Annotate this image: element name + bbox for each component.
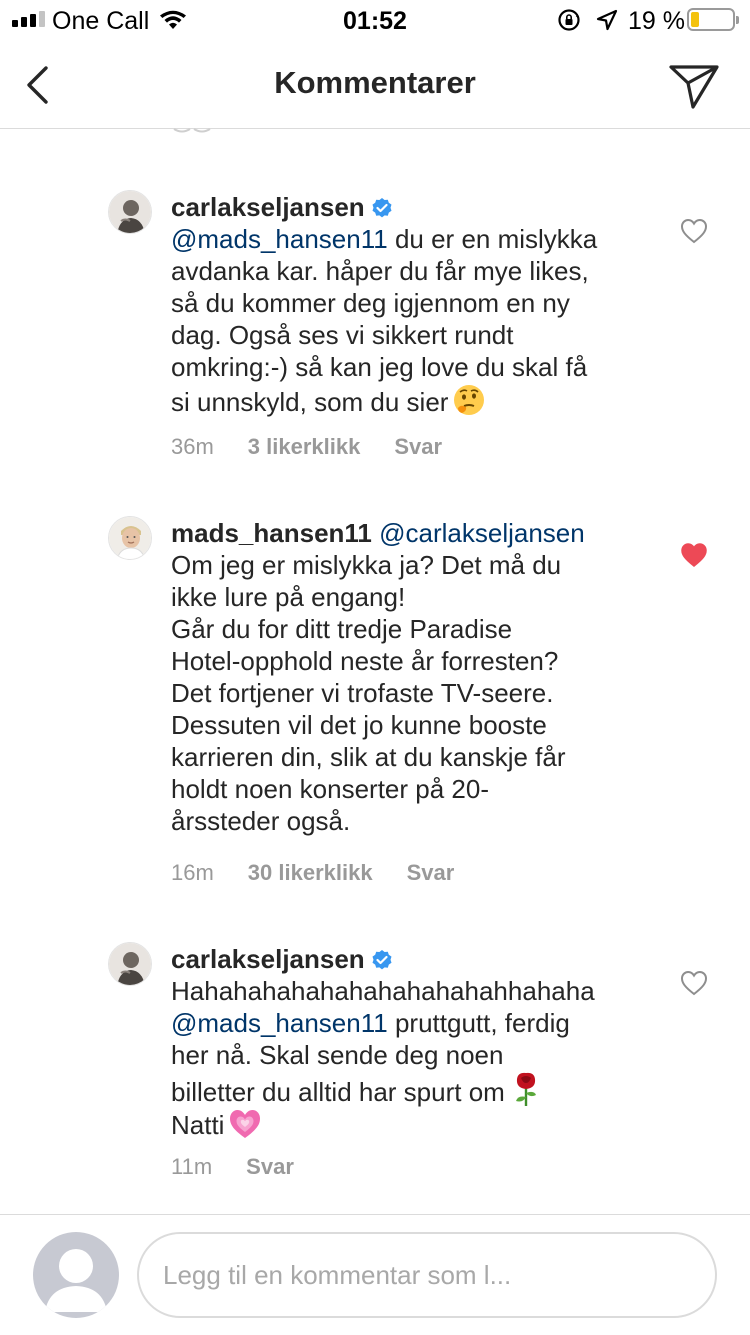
comment-text: Dessuten vil det jo kunne booste bbox=[171, 710, 547, 740]
mention-link[interactable]: @carlakseljansen bbox=[379, 518, 585, 548]
rose-emoji-icon bbox=[515, 1072, 536, 1106]
comment-text: her nå. Skal sende deg noen bbox=[171, 1040, 504, 1070]
comment-text: årssteder også. bbox=[171, 806, 351, 836]
comment-text: Natti bbox=[171, 1110, 225, 1140]
comment-username[interactable]: mads_hansen11 bbox=[171, 518, 372, 548]
avatar[interactable] bbox=[108, 516, 152, 560]
avatar[interactable] bbox=[108, 942, 152, 986]
comment-username[interactable]: carlakseljansen bbox=[171, 944, 365, 974]
reply-button[interactable]: Svar bbox=[246, 1154, 294, 1180]
navigation-bar: Kommentarer bbox=[0, 40, 750, 129]
avatar[interactable] bbox=[108, 190, 152, 234]
comment-time: 16m bbox=[171, 860, 214, 885]
reply-button[interactable]: Svar bbox=[394, 434, 442, 460]
comment-text: pruttgutt, ferdig bbox=[387, 1008, 570, 1038]
like-heart-icon[interactable] bbox=[680, 970, 708, 996]
comment-meta: 36m 3 likerklikk Svar bbox=[171, 434, 442, 460]
status-bar: One Call 01:52 19 % bbox=[0, 0, 750, 40]
comment-text: du er en mislykka bbox=[387, 224, 598, 254]
comment-text: holdt noen konserter på 20- bbox=[171, 774, 489, 804]
comment-text: så du kommer deg igjennom en ny bbox=[171, 288, 570, 318]
comment-text: billetter du alltid har spurt om bbox=[171, 1077, 505, 1107]
comment-input[interactable] bbox=[137, 1232, 717, 1318]
battery-level-fill bbox=[691, 12, 699, 27]
comment-text: dag. Også ses vi sikkert rundt bbox=[171, 320, 514, 350]
comment-time: 36m bbox=[171, 434, 214, 459]
comment-text: Om jeg er mislykka ja? Det må du bbox=[171, 550, 562, 580]
comment-time: 11m bbox=[171, 1154, 213, 1179]
thinking-face-emoji-icon bbox=[454, 385, 485, 415]
comment-composer bbox=[0, 1214, 750, 1335]
likes-count-link[interactable]: 30 likerklikk bbox=[248, 860, 373, 886]
verified-badge-icon bbox=[372, 198, 392, 218]
likes-count-link[interactable]: 3 likerklikk bbox=[248, 434, 361, 460]
reply-button[interactable]: Svar bbox=[407, 860, 455, 886]
location-arrow-icon bbox=[596, 9, 618, 31]
mention-link[interactable]: @mads_hansen11 bbox=[171, 224, 388, 254]
comment-text: si unnskyld, som du sier bbox=[171, 387, 449, 417]
comment-text: avdanka kar. håper du får mye likes, bbox=[171, 256, 589, 286]
comment-text: Det fortjener vi trofaste TV-seere. bbox=[171, 678, 554, 708]
liked-heart-icon[interactable] bbox=[680, 542, 708, 568]
growing-heart-emoji-icon bbox=[230, 1110, 261, 1138]
rotation-lock-icon bbox=[558, 9, 580, 31]
like-heart-icon[interactable] bbox=[680, 218, 708, 244]
comment-text: ikke lure på engang! bbox=[171, 582, 406, 612]
comment-text: omkring:-) så kan jeg love du skal få bbox=[171, 352, 588, 382]
page-title: Kommentarer bbox=[274, 65, 476, 100]
comment-text: Hotel-opphold neste år forresten? bbox=[171, 646, 559, 676]
paper-plane-icon[interactable] bbox=[668, 62, 720, 110]
comment-meta: 11m Svar bbox=[171, 1154, 294, 1180]
user-avatar-placeholder-icon bbox=[33, 1232, 119, 1318]
comment-text: Går du for ditt tredje Paradise bbox=[171, 614, 513, 644]
comment-username[interactable]: carlakseljansen bbox=[171, 192, 365, 222]
comment-text: Hahahahahahahahahahahahhahaha bbox=[171, 976, 595, 1006]
verified-badge-icon bbox=[372, 950, 392, 970]
battery-percent: 19 % bbox=[628, 7, 685, 35]
comment-text: karrieren din, slik at du kanskje får bbox=[171, 742, 566, 772]
scroll-indicator bbox=[173, 128, 211, 133]
battery-icon bbox=[687, 8, 739, 31]
mention-link[interactable]: @mads_hansen11 bbox=[171, 1008, 388, 1038]
comment-meta: 16m 30 likerklikk Svar bbox=[171, 860, 454, 886]
